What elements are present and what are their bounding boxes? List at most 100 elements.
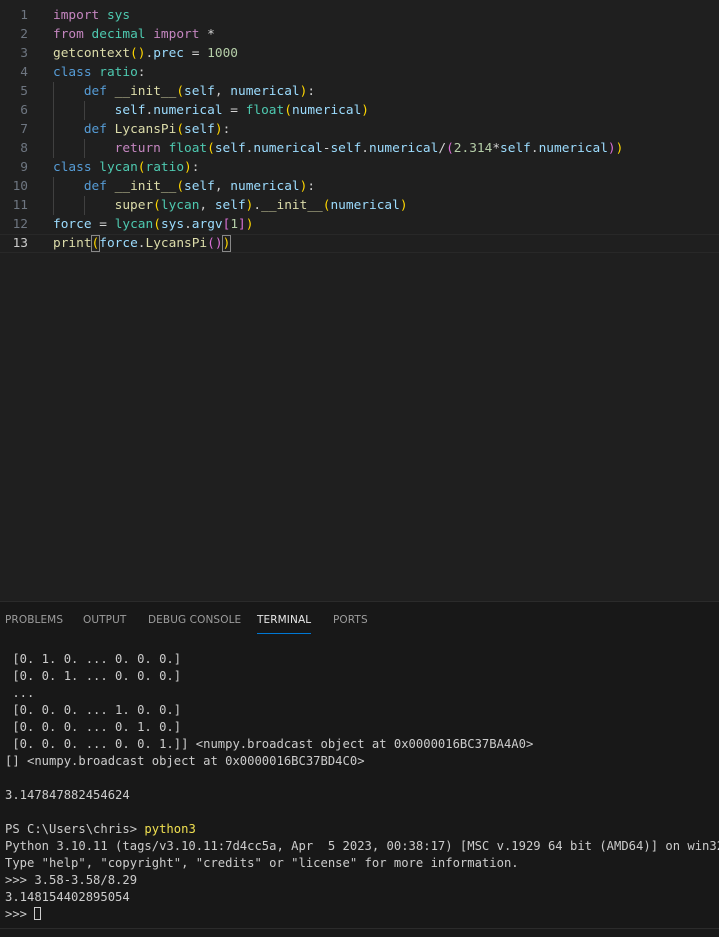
shell-prompt: PS C:\Users\chris>	[5, 822, 145, 836]
shell-command: python3	[144, 822, 196, 836]
code-text: def __init__(self, numerical):	[53, 177, 315, 196]
terminal-line: PS C:\Users\chris> python3	[5, 821, 196, 838]
line-number: 2	[20, 27, 28, 42]
code-token: super	[114, 198, 154, 213]
terminal-line: [0. 1. 0. ... 0. 0. 0.]	[5, 651, 181, 668]
code-token: lycan	[160, 198, 200, 213]
code-token: /	[438, 141, 447, 156]
code-line[interactable]: 5 def __init__(self, numerical):	[0, 82, 719, 101]
code-token: )	[615, 141, 624, 156]
code-token: def	[83, 179, 107, 194]
code-token: (	[207, 141, 215, 156]
code-token: prec	[153, 46, 185, 61]
code-text: self.numerical = float(numerical)	[53, 101, 369, 120]
line-number: 11	[12, 198, 28, 213]
code-token: ratio	[145, 160, 185, 175]
terminal-line: [0. 0. 1. ... 0. 0. 0.]	[5, 668, 181, 685]
tab-ports[interactable]: PORTS	[333, 602, 368, 636]
line-number: 3	[20, 46, 28, 61]
line-number: 1	[20, 8, 28, 23]
code-token: .	[530, 141, 539, 156]
code-line[interactable]: 7 def LycansPi(self):	[0, 120, 719, 139]
code-token: ,	[199, 198, 215, 213]
code-text: def __init__(self, numerical):	[53, 82, 315, 101]
tab-terminal[interactable]: TERMINAL	[257, 602, 312, 636]
line-number: 5	[20, 84, 28, 99]
code-token: numerical	[369, 141, 439, 156]
tab-problems[interactable]: PROBLEMS	[5, 602, 63, 636]
code-token: __init__	[261, 198, 323, 213]
terminal-line: 3.147847882454624	[5, 787, 130, 804]
code-text: def LycansPi(self):	[53, 120, 230, 139]
code-line[interactable]: 11 super(lycan, self).__init__(numerical…	[0, 196, 719, 215]
code-token: ,	[214, 84, 231, 99]
code-token: *	[492, 141, 501, 156]
code-token: .	[184, 217, 192, 232]
code-token: =	[99, 217, 107, 232]
code-line[interactable]: 10 def __init__(self, numerical):	[0, 177, 719, 196]
code-token: self	[184, 179, 215, 194]
code-token: (	[176, 84, 185, 99]
code-line[interactable]: 3 getcontext().prec = 1000	[0, 44, 719, 63]
tab-debug-console[interactable]: DEBUG CONSOLE	[148, 602, 241, 636]
code-token: return	[114, 141, 161, 156]
terminal-text: Type "help", "copyright", "credits" or "…	[5, 856, 519, 870]
code-text: return float(self.numerical-self.numeric…	[53, 139, 624, 158]
code-token: force	[53, 217, 92, 232]
code-text: super(lycan, self).__init__(numerical)	[53, 196, 408, 215]
terminal-line: Type "help", "copyright", "credits" or "…	[5, 855, 519, 872]
code-token: self	[184, 84, 215, 99]
code-token: numerical	[230, 179, 300, 194]
code-token: :	[191, 160, 200, 175]
code-text: from decimal import *	[53, 25, 215, 44]
terminal-line: 3.148154402895054	[5, 889, 130, 906]
line-number: 13	[12, 236, 28, 251]
code-token: (	[284, 103, 292, 118]
code-text: class lycan(ratio):	[53, 158, 199, 177]
code-editor[interactable]: 1 import sys 2 from decimal import * 3 getcon…	[0, 0, 719, 600]
indent-guide	[53, 177, 54, 215]
code-token: (	[176, 122, 185, 137]
code-line[interactable]: 1 import sys	[0, 6, 719, 25]
code-token: 1	[230, 217, 239, 232]
code-token: 2.314	[453, 141, 493, 156]
code-token: force	[99, 236, 138, 251]
code-line[interactable]: 13 print(force.LycansPi())	[0, 234, 719, 253]
code-line[interactable]: 4 class ratio:	[0, 63, 719, 82]
terminal-line: Python 3.10.11 (tags/v3.10.11:7d4cc5a, A…	[5, 838, 719, 855]
code-line[interactable]: 9 class lycan(ratio):	[0, 158, 719, 177]
code-token: .	[361, 141, 369, 156]
code-token: lycan	[114, 217, 154, 232]
code-line[interactable]: 12 force = lycan(sys.argv[1])	[0, 215, 719, 234]
terminal-line: [0. 0. 0. ... 0. 1. 0.]	[5, 719, 181, 736]
code-token: def	[83, 84, 107, 99]
terminal-line: [0. 0. 0. ... 1. 0. 0.]	[5, 702, 181, 719]
code-line[interactable]: 8 return float(self.numerical-self.numer…	[0, 139, 719, 158]
code-token: self	[184, 122, 215, 137]
code-token: argv	[191, 217, 223, 232]
code-text: getcontext().prec = 1000	[53, 44, 238, 63]
terminal-text: 3.148154402895054	[5, 890, 130, 904]
terminal-text: >>> 3.58-3.58/8.29	[5, 873, 138, 887]
code-token: ()	[130, 46, 146, 61]
terminal-text: [0. 0. 0. ... 0. 1. 0.]	[5, 720, 182, 734]
code-token: (	[137, 160, 146, 175]
code-token: (	[176, 179, 185, 194]
code-token: import	[53, 8, 100, 23]
terminal-text: ...	[5, 686, 35, 700]
terminal-line: >>>	[5, 906, 42, 923]
code-token: numerical	[538, 141, 608, 156]
code-line[interactable]: 6 self.numerical = float(numerical)	[0, 101, 719, 120]
code-token: getcontext	[53, 46, 131, 61]
code-line[interactable]: 2 from decimal import *	[0, 25, 719, 44]
code-token: )	[221, 235, 232, 252]
code-token: decimal	[91, 27, 146, 42]
tab-output[interactable]: OUTPUT	[83, 602, 126, 636]
code-token: *	[207, 27, 215, 42]
line-number: 8	[20, 141, 28, 156]
code-token: (	[446, 141, 454, 156]
